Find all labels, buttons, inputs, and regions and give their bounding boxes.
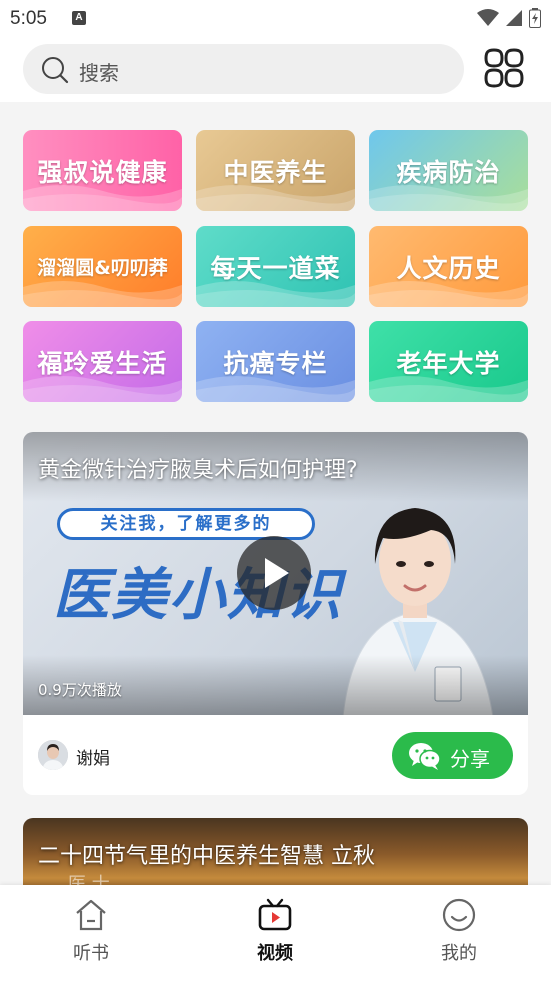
share-button[interactable]: 分享 bbox=[392, 732, 513, 779]
category-grid-icon[interactable] bbox=[484, 48, 524, 88]
search-input[interactable]: 搜索 bbox=[23, 44, 464, 94]
category-tile[interactable]: 中医养生 bbox=[196, 130, 355, 211]
category-tile[interactable]: 老年大学 bbox=[369, 321, 528, 402]
header: 搜索 bbox=[0, 38, 551, 102]
video-thumbnail[interactable]: 关注我，了解更多的 医美小知识 黄金微针治疗腋臭术后如何护理? 0.9万次播放 bbox=[23, 432, 528, 715]
smiley-icon bbox=[442, 898, 476, 932]
nav-item-listen[interactable]: 听书 bbox=[31, 897, 151, 965]
video-title[interactable]: 二十四节气里的中医养生智慧 立秋 bbox=[38, 838, 375, 870]
nav-label: 视频 bbox=[257, 943, 293, 964]
nav-label: 我的 bbox=[441, 943, 477, 964]
nav-item-mine[interactable]: 我的 bbox=[399, 897, 519, 965]
category-label: 强叔说健康 bbox=[37, 157, 168, 187]
search-placeholder: 搜索 bbox=[79, 61, 119, 85]
status-icons bbox=[477, 8, 541, 28]
avatar[interactable] bbox=[38, 740, 68, 770]
category-tile[interactable]: 疾病防治 bbox=[369, 130, 528, 211]
category-tile[interactable]: 强叔说健康 bbox=[23, 130, 182, 211]
status-bar: 5:05 A bbox=[0, 0, 551, 38]
category-label: 每天一道菜 bbox=[210, 253, 341, 283]
play-icon bbox=[265, 558, 289, 588]
share-label: 分享 bbox=[450, 747, 490, 771]
category-label: 人文历史 bbox=[396, 253, 501, 283]
tv-icon bbox=[258, 898, 292, 931]
wifi-icon bbox=[477, 9, 499, 26]
category-tile[interactable]: 抗癌专栏 bbox=[196, 321, 355, 402]
bottom-nav: 听书 视频 我的 bbox=[0, 885, 551, 981]
category-label: 福玲爱生活 bbox=[37, 348, 168, 378]
category-label: 疾病防治 bbox=[396, 157, 501, 187]
play-button[interactable] bbox=[237, 536, 311, 610]
battery-icon bbox=[529, 8, 541, 28]
house-icon bbox=[76, 899, 106, 931]
status-time: 5:05 bbox=[10, 8, 47, 29]
nav-item-video[interactable]: 视频 bbox=[215, 897, 335, 965]
category-grid: 强叔说健康 中医养生 疾病防治 溜溜圆&叨叨莽 每天一道菜 人文历史 福玲爱生活… bbox=[23, 130, 528, 402]
video-card: 关注我，了解更多的 医美小知识 黄金微针治疗腋臭术后如何护理? 0.9万次播放 bbox=[23, 432, 528, 795]
signal-icon bbox=[506, 10, 522, 26]
category-label: 老年大学 bbox=[396, 348, 501, 378]
author-name[interactable]: 谢娟 bbox=[76, 744, 110, 769]
play-count: 0.9万次播放 bbox=[38, 681, 122, 699]
nav-label: 听书 bbox=[73, 943, 109, 964]
search-icon bbox=[42, 57, 69, 84]
category-label: 中医养生 bbox=[223, 157, 328, 187]
video-title[interactable]: 黄金微针治疗腋臭术后如何护理? bbox=[38, 452, 358, 484]
wechat-icon bbox=[409, 743, 441, 770]
category-tile[interactable]: 福玲爱生活 bbox=[23, 321, 182, 402]
category-label: 抗癌专栏 bbox=[223, 348, 328, 378]
category-label: 溜溜圆&叨叨莽 bbox=[37, 257, 168, 279]
category-tile[interactable]: 每天一道菜 bbox=[196, 226, 355, 307]
avatar-image bbox=[38, 740, 68, 770]
category-tile[interactable]: 人文历史 bbox=[369, 226, 528, 307]
category-tile[interactable]: 溜溜圆&叨叨莽 bbox=[23, 226, 182, 307]
notification-icon: A bbox=[72, 11, 86, 25]
